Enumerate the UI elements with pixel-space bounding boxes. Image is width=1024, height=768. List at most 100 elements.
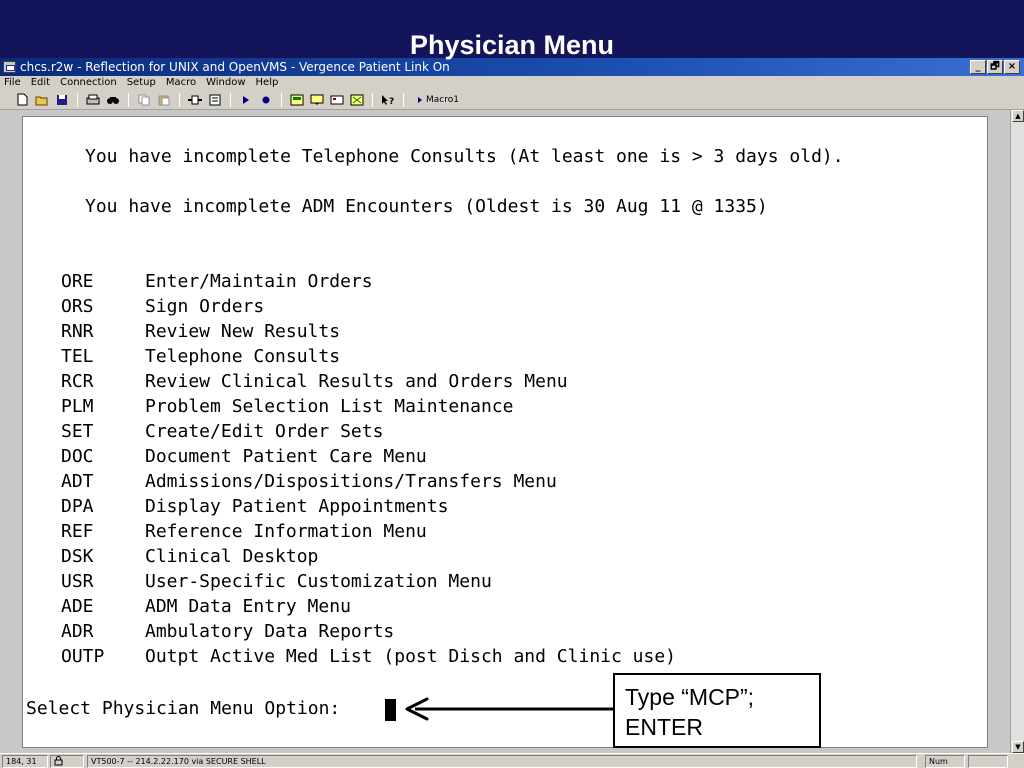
option-label: Create/Edit Order Sets [145, 421, 384, 442]
option-code: ORE [61, 271, 94, 292]
menu-help[interactable]: Help [256, 76, 279, 90]
notice-adm-encounters: You have incomplete ADM Encounters (Olde… [85, 196, 768, 217]
save-icon[interactable] [54, 93, 70, 107]
restore-button[interactable]: 🗗 [987, 60, 1003, 74]
menu-option: ORE Enter/Maintain Orders [61, 272, 373, 292]
menu-option: PLM Problem Selection List Maintenance [61, 397, 513, 417]
menu-option: ADT Admissions/Dispositions/Transfers Men… [61, 472, 557, 492]
option-label: Reference Information Menu [145, 521, 427, 542]
menu-connection[interactable]: Connection [60, 76, 117, 90]
toolbar: ? Macro1 [0, 90, 1024, 110]
option-code: OUTP [61, 646, 105, 667]
connection-info: VT500-7 -- 214.2.22.170 via SECURE SHELL [87, 755, 917, 768]
transfer-icon[interactable] [207, 93, 223, 107]
terminal-screen[interactable]: You have incomplete Telephone Consults (… [22, 116, 988, 748]
close-button[interactable]: × [1004, 60, 1020, 74]
option-label: Problem Selection List Maintenance [145, 396, 514, 417]
svg-text:?: ? [389, 97, 394, 106]
option-code: ORS [61, 296, 94, 317]
menu-file[interactable]: File [4, 76, 21, 90]
display-icon[interactable] [309, 93, 325, 107]
terminal-cursor[interactable] [385, 699, 396, 721]
toolbar-separator [281, 92, 282, 107]
menu-option: DSK Clinical Desktop [61, 547, 318, 567]
option-label: Ambulatory Data Reports [145, 621, 395, 642]
record-icon[interactable] [258, 93, 274, 107]
toolbar-separator [77, 92, 78, 107]
callout-line-2: ENTER [625, 714, 703, 740]
option-label: Display Patient Appointments [145, 496, 449, 517]
scroll-down-icon[interactable]: ▼ [1012, 741, 1024, 753]
menu-macro[interactable]: Macro [166, 76, 196, 90]
toolbar-separator [128, 92, 129, 107]
terminal-workspace: You have incomplete Telephone Consults (… [0, 110, 1024, 753]
option-code: ADE [61, 596, 94, 617]
menu-setup[interactable]: Setup [127, 76, 156, 90]
menu-option: USR User-Specific Customization Menu [61, 572, 492, 592]
copy-icon[interactable] [136, 93, 152, 107]
help-icon[interactable]: ? [380, 93, 396, 107]
app-icon[interactable] [3, 61, 16, 73]
statusbar: 184, 31 VT500-7 -- 214.2.22.170 via SECU… [0, 753, 1024, 768]
option-code: RNR [61, 321, 94, 342]
cursor-position: 184, 31 [2, 755, 48, 768]
connect-icon[interactable] [187, 93, 203, 107]
window-titlebar[interactable]: chcs.r2w - Reflection for UNIX and OpenV… [0, 58, 1024, 76]
lock-icon [50, 755, 84, 768]
option-code: PLM [61, 396, 94, 417]
menu-window[interactable]: Window [206, 76, 245, 90]
play-icon[interactable] [238, 93, 254, 107]
option-label: Review New Results [145, 321, 341, 342]
option-code: DPA [61, 496, 94, 517]
option-code: DSK [61, 546, 94, 567]
callout-line-1: Type “MCP”; [625, 684, 755, 710]
lock-icon [54, 756, 63, 766]
menu-option: REF Reference Information Menu [61, 522, 427, 542]
scroll-up-icon[interactable]: ▲ [1012, 110, 1024, 122]
option-code: TEL [61, 346, 94, 367]
option-code: DOC [61, 446, 94, 467]
option-label: User-Specific Customization Menu [145, 571, 492, 592]
keyboard-icon[interactable] [329, 93, 345, 107]
toolbar-separator [403, 92, 404, 107]
option-label: Document Patient Care Menu [145, 446, 427, 467]
option-label: ADM Data Entry Menu [145, 596, 351, 617]
option-label: Review Clinical Results and Orders Menu [145, 371, 568, 392]
select-option-prompt: Select Physician Menu Option: [26, 698, 341, 719]
minimize-button[interactable]: _ [970, 60, 986, 74]
callout-arrow-icon [405, 697, 615, 721]
play-macro-icon [418, 96, 422, 103]
menubar: File Edit Connection Setup Macro Window … [0, 76, 1024, 90]
option-code: RCR [61, 371, 94, 392]
menu-edit[interactable]: Edit [31, 76, 50, 90]
menu-option: ADE ADM Data Entry Menu [61, 597, 351, 617]
menu-option: RNR Review New Results [61, 322, 340, 342]
toolbar-separator [179, 92, 180, 107]
open-icon[interactable] [34, 93, 50, 107]
menu-option: TEL Telephone Consults [61, 347, 340, 367]
find-icon[interactable] [105, 93, 121, 107]
instruction-callout: Type “MCP”; ENTER [613, 673, 821, 748]
option-label: Enter/Maintain Orders [145, 271, 373, 292]
menu-option: RCR Review Clinical Results and Orders Me… [61, 372, 568, 392]
option-code: REF [61, 521, 94, 542]
option-code: USR [61, 571, 94, 592]
macro-button[interactable]: Macro1 [417, 95, 459, 105]
option-code: ADT [61, 471, 94, 492]
option-code: ADR [61, 621, 94, 642]
option-label: Sign Orders [145, 296, 265, 317]
window-controls: _ 🗗 × [970, 60, 1020, 74]
paste-icon[interactable] [156, 93, 172, 107]
window-title: chcs.r2w - Reflection for UNIX and OpenV… [20, 60, 450, 74]
macro-icon[interactable] [349, 93, 365, 107]
menu-option: DPA Display Patient Appointments [61, 497, 448, 517]
option-label: Admissions/Dispositions/Transfers Menu [145, 471, 557, 492]
print-icon[interactable] [85, 93, 101, 107]
slide-title: Physician Menu [409, 30, 615, 60]
notice-telephone-consults: You have incomplete Telephone Consults (… [85, 146, 844, 167]
vertical-scrollbar[interactable]: ▲ ▼ [1010, 110, 1024, 753]
new-icon[interactable] [14, 93, 30, 107]
toolbar-separator [372, 92, 373, 107]
status-cell-empty [968, 755, 1008, 768]
settings-icon[interactable] [289, 93, 305, 107]
